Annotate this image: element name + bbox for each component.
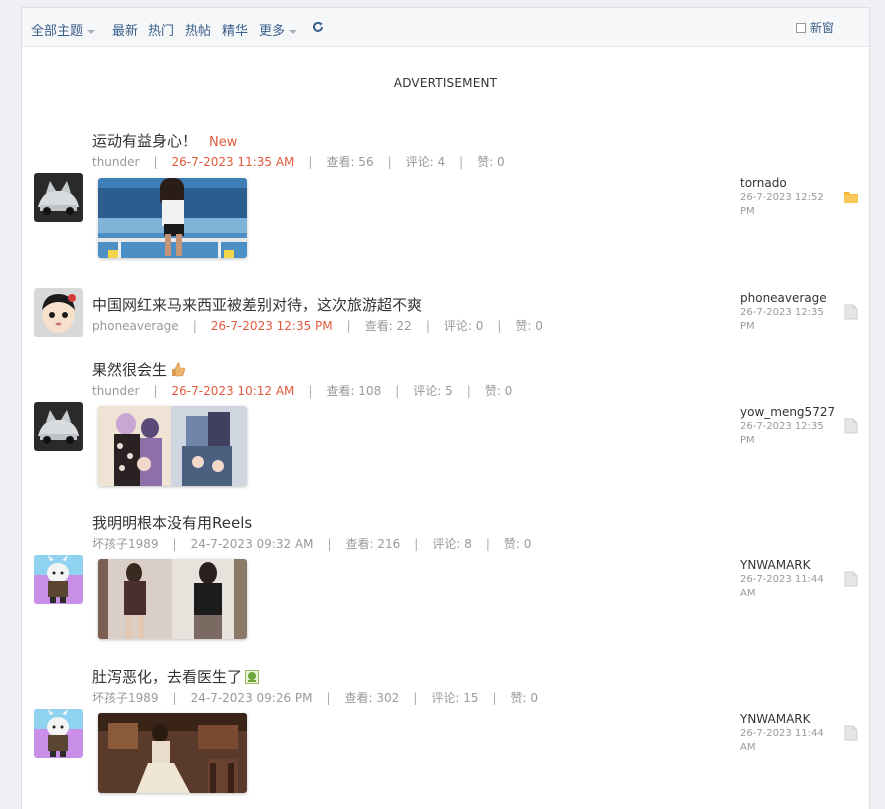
thread-thumbnail[interactable]	[98, 178, 247, 258]
folder-icon	[844, 418, 858, 434]
all-topics-label: 全部主题	[31, 24, 84, 39]
new-badge: New	[209, 135, 238, 150]
last-reply-user[interactable]: YNWAMARK	[740, 558, 811, 572]
last-reply-user[interactable]: tornado	[740, 176, 787, 190]
thread-title-link[interactable]: 运动有益身心！ New	[92, 130, 237, 151]
thread-thumbnail[interactable]	[98, 406, 247, 486]
like-count: 赞: 0	[503, 537, 532, 551]
reply-count: 评论: 15	[431, 691, 479, 705]
avatar[interactable]	[34, 555, 83, 604]
folder-icon	[844, 571, 858, 587]
last-reply-time: 26-7-2023 12:52 PM	[740, 192, 824, 217]
thread-meta: thunder | 26-7-2023 10:12 AM | 查看: 108 | 评论: 5…	[92, 384, 513, 398]
last-reply-time: 26-7-2023 11:44 AM	[740, 728, 824, 753]
avatar[interactable]	[34, 402, 83, 451]
thread-time: 26-7-2023 10:12 AM	[171, 384, 295, 398]
thread-thumbnail[interactable]	[98, 559, 247, 639]
thread-title[interactable]: 我明明根本没有用Reels	[92, 514, 252, 532]
thread-title-link[interactable]: 我明明根本没有用Reels	[92, 512, 252, 533]
like-count: 赞: 0	[515, 319, 543, 333]
reply-count: 评论: 5	[413, 384, 453, 398]
last-reply-user[interactable]: YNWAMARK	[740, 712, 811, 726]
thread-author[interactable]: phoneaverage	[92, 319, 179, 333]
thread-title[interactable]: 肚泻恶化，去看医生了	[92, 668, 242, 686]
new-window-toggle[interactable]: 新窗	[796, 19, 834, 36]
folder-icon	[844, 192, 858, 203]
last-reply-time: 26-7-2023 11:44 AM	[740, 574, 824, 599]
chevron-down-icon	[87, 29, 96, 34]
forum-frame: 全部主题 最新 热门 热帖 精华 更多 新窗 ADVERTISEMENT 运动有…	[21, 7, 870, 809]
thread-title[interactable]: 果然很会生	[92, 361, 167, 379]
filter-hot-posts[interactable]: 热帖	[185, 20, 211, 39]
more-dropdown[interactable]: 更多	[259, 20, 298, 39]
sick-emoji-icon	[245, 670, 260, 684]
reply-count: 评论: 0	[443, 319, 484, 333]
thread-time: 26-7-2023 12:35 PM	[210, 319, 333, 333]
reply-count: 评论: 4	[405, 155, 446, 169]
avatar[interactable]	[34, 288, 83, 337]
folder-icon	[844, 304, 858, 320]
thread-thumbnail[interactable]	[98, 713, 247, 793]
thread-author[interactable]: thunder	[92, 384, 139, 398]
thumbs-up-emoji-icon	[172, 362, 185, 377]
thread-title[interactable]: 运动有益身心！	[92, 132, 197, 150]
view-count: 查看: 22	[364, 319, 412, 333]
filter-featured[interactable]: 精华	[222, 20, 248, 39]
filter-latest[interactable]: 最新	[112, 20, 138, 39]
filter-toolbar: 全部主题 最新 热门 热帖 精华 更多 新窗	[22, 8, 869, 47]
thread-author[interactable]: thunder	[92, 155, 139, 169]
view-count: 查看: 216	[345, 537, 401, 551]
avatar[interactable]	[34, 709, 83, 758]
more-label: 更多	[259, 24, 286, 39]
last-reply-user[interactable]: phoneaverage	[740, 291, 827, 305]
thread-meta: 坏孩子1989 | 24-7-2023 09:26 PM | 查看: 302 | 评论: 1…	[92, 691, 539, 705]
last-reply-time: 26-7-2023 12:35 PM	[740, 307, 824, 332]
like-count: 赞: 0	[510, 691, 539, 705]
chevron-down-icon	[289, 29, 298, 34]
view-count: 查看: 56	[326, 155, 374, 169]
thread-author[interactable]: 坏孩子1989	[92, 537, 159, 551]
thread-title[interactable]: 中国网红来马来西亚被差别对待，这次旅游超不爽	[92, 296, 422, 314]
thread-meta: thunder | 26-7-2023 11:35 AM | 查看: 56 | 评论: 4 |…	[92, 155, 505, 169]
reply-count: 评论: 8	[432, 537, 472, 551]
view-count: 查看: 108	[326, 384, 382, 398]
thread-time: 24-7-2023 09:32 AM	[190, 537, 314, 551]
all-topics-dropdown[interactable]: 全部主题	[31, 20, 96, 39]
thread-title-link[interactable]: 肚泻恶化，去看医生了	[92, 666, 260, 687]
view-count: 查看: 302	[344, 691, 400, 705]
folder-icon	[844, 725, 858, 741]
thread-time: 26-7-2023 11:35 AM	[171, 155, 295, 169]
thread-title-link[interactable]: 果然很会生	[92, 359, 186, 380]
thread-author[interactable]: 坏孩子1989	[92, 691, 159, 705]
last-reply-time: 26-7-2023 12:35 PM	[740, 421, 824, 446]
filter-hot[interactable]: 热门	[148, 20, 174, 39]
like-count: 赞: 0	[484, 384, 513, 398]
thread-meta: 坏孩子1989 | 24-7-2023 09:32 AM | 查看: 216 | 评论: 8…	[92, 537, 532, 551]
last-reply-user[interactable]: yow_meng5727	[740, 405, 835, 419]
new-window-checkbox[interactable]	[796, 22, 806, 33]
thread-meta: phoneaverage | 26-7-2023 12:35 PM | 查看: 22 | 评…	[92, 319, 543, 333]
thread-time: 24-7-2023 09:26 PM	[190, 691, 313, 705]
thread-title-link[interactable]: 中国网红来马来西亚被差别对待，这次旅游超不爽	[92, 294, 422, 315]
like-count: 赞: 0	[477, 155, 505, 169]
new-window-label: 新窗	[810, 21, 835, 35]
advertisement-label: ADVERTISEMENT	[393, 76, 498, 90]
refresh-icon[interactable]	[312, 21, 324, 33]
avatar[interactable]	[34, 173, 83, 222]
